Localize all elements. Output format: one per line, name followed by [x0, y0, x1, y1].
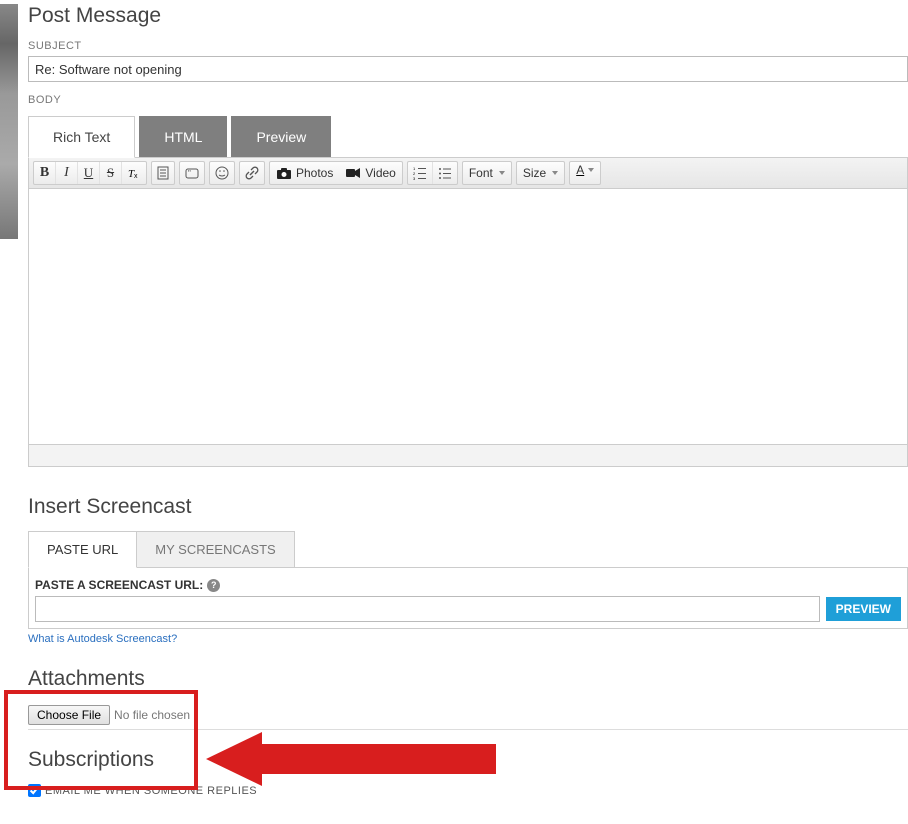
ul-icon: [438, 166, 452, 180]
screencast-body: PASTE A SCREENCAST URL: ? PREVIEW: [28, 567, 908, 629]
tab-rich-text[interactable]: Rich Text: [28, 116, 135, 158]
video-icon: [345, 167, 361, 179]
misc-group1: [151, 161, 175, 185]
subject-label: SUBJECT: [28, 40, 908, 52]
left-image-strip: [0, 4, 18, 239]
size-dropdown[interactable]: Size: [517, 162, 564, 184]
source-button[interactable]: [152, 162, 174, 184]
underline-button[interactable]: U: [78, 162, 100, 184]
format-group: B I U S Tx: [33, 161, 147, 185]
tab-paste-url[interactable]: PASTE URL: [28, 531, 137, 568]
caret-icon: [588, 168, 594, 172]
tab-html[interactable]: HTML: [139, 116, 227, 158]
clear-format-button[interactable]: Tx: [122, 162, 146, 184]
caret-icon: [552, 171, 558, 175]
photos-button[interactable]: Photos: [270, 162, 339, 184]
font-color-dropdown[interactable]: A: [570, 162, 600, 184]
font-dropdown[interactable]: Font: [463, 162, 511, 184]
italic-button[interactable]: I: [56, 162, 78, 184]
unordered-list-button[interactable]: [433, 162, 457, 184]
svg-text:x: x: [134, 173, 138, 180]
strike-button[interactable]: S: [100, 162, 122, 184]
emoji-button[interactable]: [210, 162, 234, 184]
color-group: A: [569, 161, 601, 185]
subject-input[interactable]: [28, 56, 908, 82]
list-group: 123: [407, 161, 458, 185]
quote-button[interactable]: ": [180, 162, 204, 184]
svg-text:3: 3: [413, 176, 416, 180]
tab-preview[interactable]: Preview: [231, 116, 331, 158]
screencast-url-label: PASTE A SCREENCAST URL: ?: [35, 578, 901, 592]
ordered-list-button[interactable]: 123: [408, 162, 433, 184]
screencast-url-input[interactable]: [35, 596, 820, 622]
smiley-icon: [215, 166, 229, 180]
link-icon: [245, 166, 259, 180]
editor-textarea[interactable]: [29, 189, 907, 444]
editor-toolbar: B I U S Tx ": [29, 158, 907, 189]
editor-container: B I U S Tx ": [28, 157, 908, 467]
video-label: Video: [365, 166, 395, 180]
font-group: Font: [462, 161, 512, 185]
media-group: Photos Video: [269, 161, 403, 185]
clear-format-icon: Tx: [127, 166, 141, 180]
file-status: No file chosen: [114, 708, 190, 722]
bold-button[interactable]: B: [34, 162, 56, 184]
color-label: A: [576, 163, 584, 177]
subscriptions-title: Subscriptions: [28, 748, 908, 772]
email-reply-label: EMAIL ME WHEN SOMEONE REPLIES: [45, 785, 257, 797]
link-group: [239, 161, 265, 185]
screencast-help-link[interactable]: What is Autodesk Screencast?: [28, 633, 177, 645]
editor-tabs: Rich Text HTML Preview: [28, 116, 908, 158]
link-button[interactable]: [240, 162, 264, 184]
body-label: BODY: [28, 94, 908, 106]
caret-icon: [499, 171, 505, 175]
font-label: Font: [469, 166, 493, 180]
help-icon[interactable]: ?: [207, 579, 220, 592]
quote-icon: ": [185, 166, 199, 180]
email-reply-checkbox[interactable]: [28, 784, 41, 797]
screencast-title: Insert Screencast: [28, 495, 908, 519]
attachments-title: Attachments: [28, 667, 908, 691]
choose-file-button[interactable]: Choose File: [28, 705, 110, 725]
size-group: Size: [516, 161, 565, 185]
email-reply-checkbox-row[interactable]: EMAIL ME WHEN SOMEONE REPLIES: [28, 784, 908, 797]
attachment-row: Choose File No file chosen: [28, 705, 908, 730]
doc-icon: [157, 166, 169, 180]
screencast-preview-button[interactable]: PREVIEW: [826, 597, 901, 621]
emoji-group: [209, 161, 235, 185]
ol-icon: 123: [413, 166, 427, 180]
editor-footer: [29, 444, 907, 466]
photos-label: Photos: [296, 166, 333, 180]
tab-my-screencasts[interactable]: MY SCREENCASTS: [137, 531, 294, 568]
size-label: Size: [523, 166, 546, 180]
page-title: Post Message: [28, 4, 908, 28]
video-button[interactable]: Video: [339, 162, 401, 184]
quote-group: ": [179, 161, 205, 185]
svg-text:": ": [188, 169, 191, 178]
screencast-url-label-text: PASTE A SCREENCAST URL:: [35, 578, 203, 592]
screencast-tabs: PASTE URL MY SCREENCASTS: [28, 531, 908, 568]
camera-icon: [276, 167, 292, 180]
